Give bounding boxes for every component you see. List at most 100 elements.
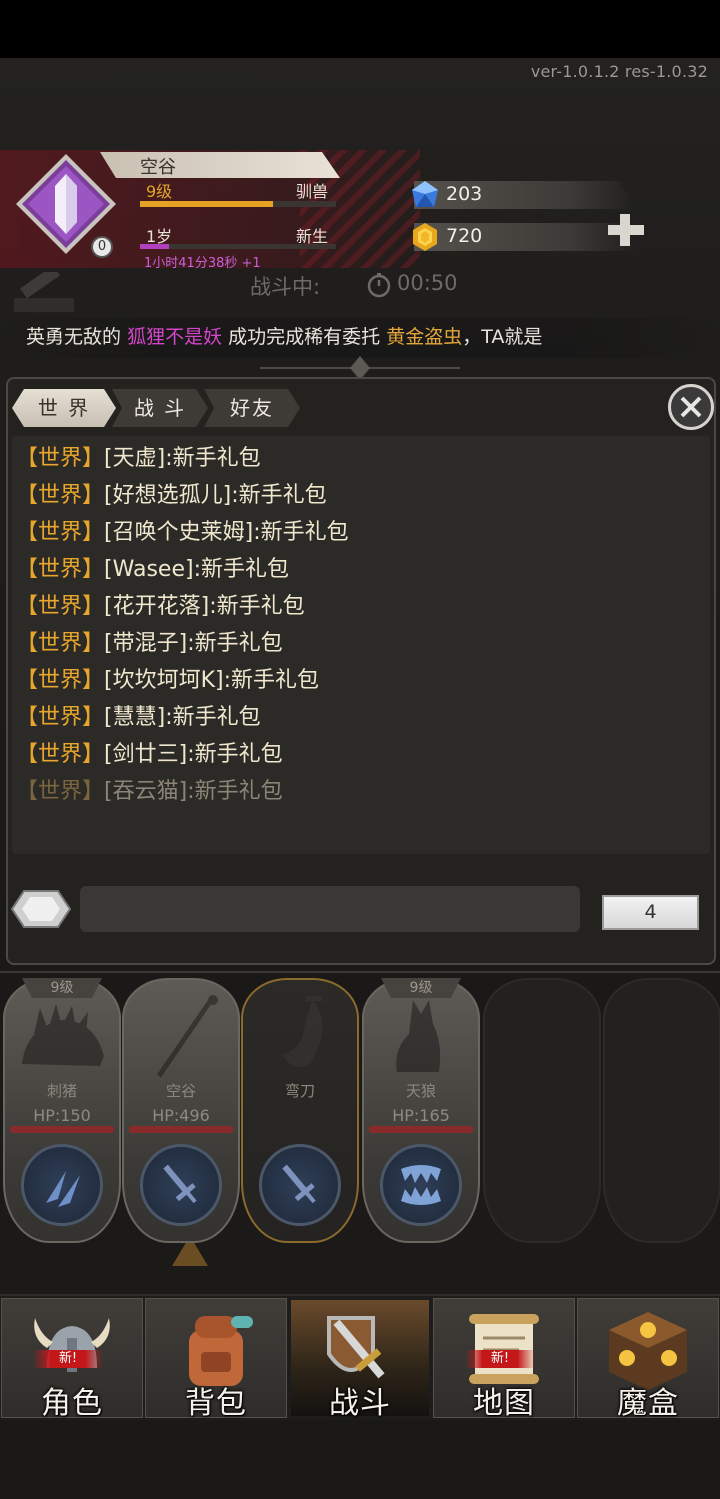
- channel-bracket: 】: [82, 520, 105, 545]
- channel-bracket: 【: [16, 779, 39, 804]
- hedgehog-icon: [22, 1004, 104, 1066]
- empty-party-slot[interactable]: [483, 978, 601, 1243]
- chat-message[interactable]: 【世界】[剑廿三]:新手礼包: [16, 736, 706, 773]
- party-card-name: 天狼: [405, 1082, 436, 1100]
- sword-icon: [282, 1164, 316, 1204]
- party-card-name: 刺猪: [46, 1082, 77, 1100]
- announcement-marquee: 英勇无敌的 狐狸不是妖 成功完成稀有委托 黄金盗虫，TA就是: [0, 318, 720, 358]
- chat-message[interactable]: 【世界】[天虚]:新手礼包: [16, 440, 706, 477]
- add-currency-icon[interactable]: [606, 212, 646, 248]
- party-card-name: 弯刀: [284, 1082, 315, 1100]
- chat-channel: 世界: [38, 446, 83, 471]
- chat-message[interactable]: 【世界】[吞云猫]:新手礼包: [16, 773, 706, 810]
- new-badge: 新!: [465, 1350, 535, 1368]
- chat-message[interactable]: 【世界】[Wasee]:新手礼包: [16, 551, 706, 588]
- chat-text: [剑廿三]:新手礼包: [104, 742, 283, 767]
- age-timer: 1小时41分38秒 +1: [144, 256, 261, 271]
- party-card-hp-bar: [369, 1126, 473, 1133]
- chat-channel: 世界: [38, 705, 83, 730]
- channel-bracket: 】: [82, 594, 105, 619]
- chat-text: [慧慧]:新手礼包: [104, 705, 261, 730]
- empty-party-slot[interactable]: [603, 978, 720, 1243]
- claw-slash-icon: [46, 1171, 80, 1207]
- channel-bracket: 】: [82, 631, 105, 656]
- tab-world[interactable]: 世 界: [12, 389, 116, 427]
- channel-bracket: 【: [16, 446, 39, 471]
- chat-message[interactable]: 【世界】[慧慧]:新手礼包: [16, 699, 706, 736]
- skill-button[interactable]: [21, 1144, 103, 1226]
- tab-battle[interactable]: 战 斗: [112, 389, 208, 427]
- chat-message[interactable]: 【世界】[花开花落]:新手礼包: [16, 588, 706, 625]
- nav-item-label: 地图: [473, 1386, 535, 1421]
- chat-text: [Wasee]:新手礼包: [104, 557, 289, 582]
- party-card-hp: HP:165: [392, 1106, 450, 1125]
- marquee-target: 黄金盗虫: [386, 326, 463, 348]
- sword-decoration-icon: [14, 272, 74, 312]
- chat-text: [天虚]:新手礼包: [104, 446, 261, 471]
- channel-bracket: 】: [82, 483, 105, 508]
- chat-message-list: 【世界】[天虚]:新手礼包 【世界】[好想选孤儿]:新手礼包 【世界】[召唤个史莱姆…: [16, 440, 706, 810]
- nav-item-label: 角色: [41, 1386, 103, 1421]
- version-label: ver-1.0.1.2 res-1.0.32: [530, 62, 708, 81]
- chat-channel: 世界: [38, 594, 83, 619]
- channel-bracket: 【: [16, 520, 39, 545]
- party-card-hp-bar: [10, 1126, 114, 1133]
- channel-bracket: 【: [16, 557, 39, 582]
- chat-text: [好想选孤儿]:新手礼包: [104, 483, 327, 508]
- skill-button[interactable]: [140, 1144, 222, 1226]
- chat-channel: 世界: [38, 742, 83, 767]
- name-plate: [100, 152, 340, 178]
- player-class: 驯兽: [296, 182, 329, 201]
- battle-status-label: 战斗中:: [250, 275, 321, 299]
- marquee-player: 狐狸不是妖: [127, 326, 223, 348]
- chat-channel: 世界: [38, 520, 83, 545]
- bottom-area: [0, 1420, 720, 1499]
- chat-message[interactable]: 【世界】[召唤个史莱姆]:新手礼包: [16, 514, 706, 551]
- close-chat-button[interactable]: [668, 384, 714, 430]
- age-bar-track: [140, 244, 336, 249]
- chat-input[interactable]: [80, 886, 580, 932]
- chat-channel: 世界: [38, 779, 83, 804]
- chat-channel: 世界: [38, 557, 83, 582]
- party-card-name: 空谷: [165, 1082, 196, 1100]
- exp-bar-fill: [140, 201, 274, 207]
- channel-bracket: 】: [82, 446, 105, 471]
- emoji-button-icon[interactable]: [10, 889, 72, 929]
- channel-bracket: 【: [16, 668, 39, 693]
- player-level: 9级: [146, 182, 173, 201]
- channel-bracket: 【: [16, 631, 39, 656]
- channel-bracket: 】: [82, 779, 105, 804]
- channel-bracket: 】: [82, 705, 105, 730]
- blue-gem-icon: [412, 181, 438, 207]
- party-card-hp: HP:150: [33, 1106, 91, 1125]
- chat-message[interactable]: 【世界】[坎坎坷坷K]:新手礼包: [16, 662, 706, 699]
- chat-text: [召唤个史莱姆]:新手礼包: [104, 520, 349, 545]
- gold-coin-icon: [413, 223, 437, 251]
- new-badge: 新!: [33, 1350, 103, 1368]
- system-status-bar: [0, 0, 720, 58]
- gold-count: 720: [446, 225, 483, 247]
- chat-text: [花开花落]:新手礼包: [104, 594, 305, 619]
- wolf-icon: [396, 1000, 441, 1072]
- chat-message[interactable]: 【世界】[好想选孤儿]:新手礼包: [16, 477, 706, 514]
- chat-text: [带混子]:新手礼包: [104, 631, 283, 656]
- age-bar-fill: [140, 244, 170, 249]
- nav-item-label: 背包: [185, 1386, 247, 1421]
- player-name: 空谷: [140, 157, 176, 178]
- channel-bracket: 【: [16, 483, 39, 508]
- marquee-suffix: ，TA就是: [462, 326, 543, 348]
- channel-bracket: 【: [16, 742, 39, 767]
- tab-friends[interactable]: 好友: [204, 389, 300, 427]
- skill-button[interactable]: [380, 1144, 462, 1226]
- staff-icon: [156, 995, 218, 1078]
- send-button[interactable]: 4: [602, 895, 699, 930]
- channel-bracket: 【: [16, 594, 39, 619]
- avatar-badge: 0: [91, 236, 113, 258]
- channel-bracket: 】: [82, 668, 105, 693]
- skill-button[interactable]: [259, 1144, 341, 1226]
- battle-timer: 00:50: [397, 271, 458, 295]
- channel-bracket: 】: [82, 557, 105, 582]
- chat-text: [坎坎坷坷K]:新手礼包: [104, 668, 320, 693]
- nav-item-label: 魔盒: [617, 1386, 679, 1421]
- chat-message[interactable]: 【世界】[带混子]:新手礼包: [16, 625, 706, 662]
